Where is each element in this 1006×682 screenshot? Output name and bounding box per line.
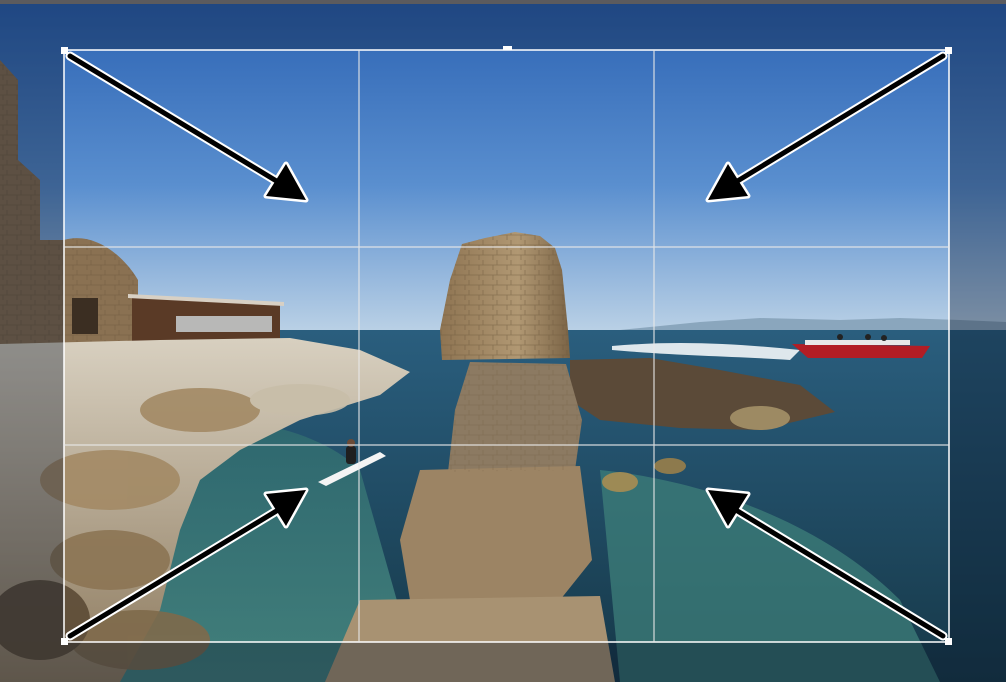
crop-handle-top-middle[interactable]	[503, 46, 512, 50]
photo-canvas	[0, 4, 1006, 682]
crop-editor-canvas[interactable]	[0, 0, 1006, 682]
window-top-border	[0, 0, 1006, 4]
